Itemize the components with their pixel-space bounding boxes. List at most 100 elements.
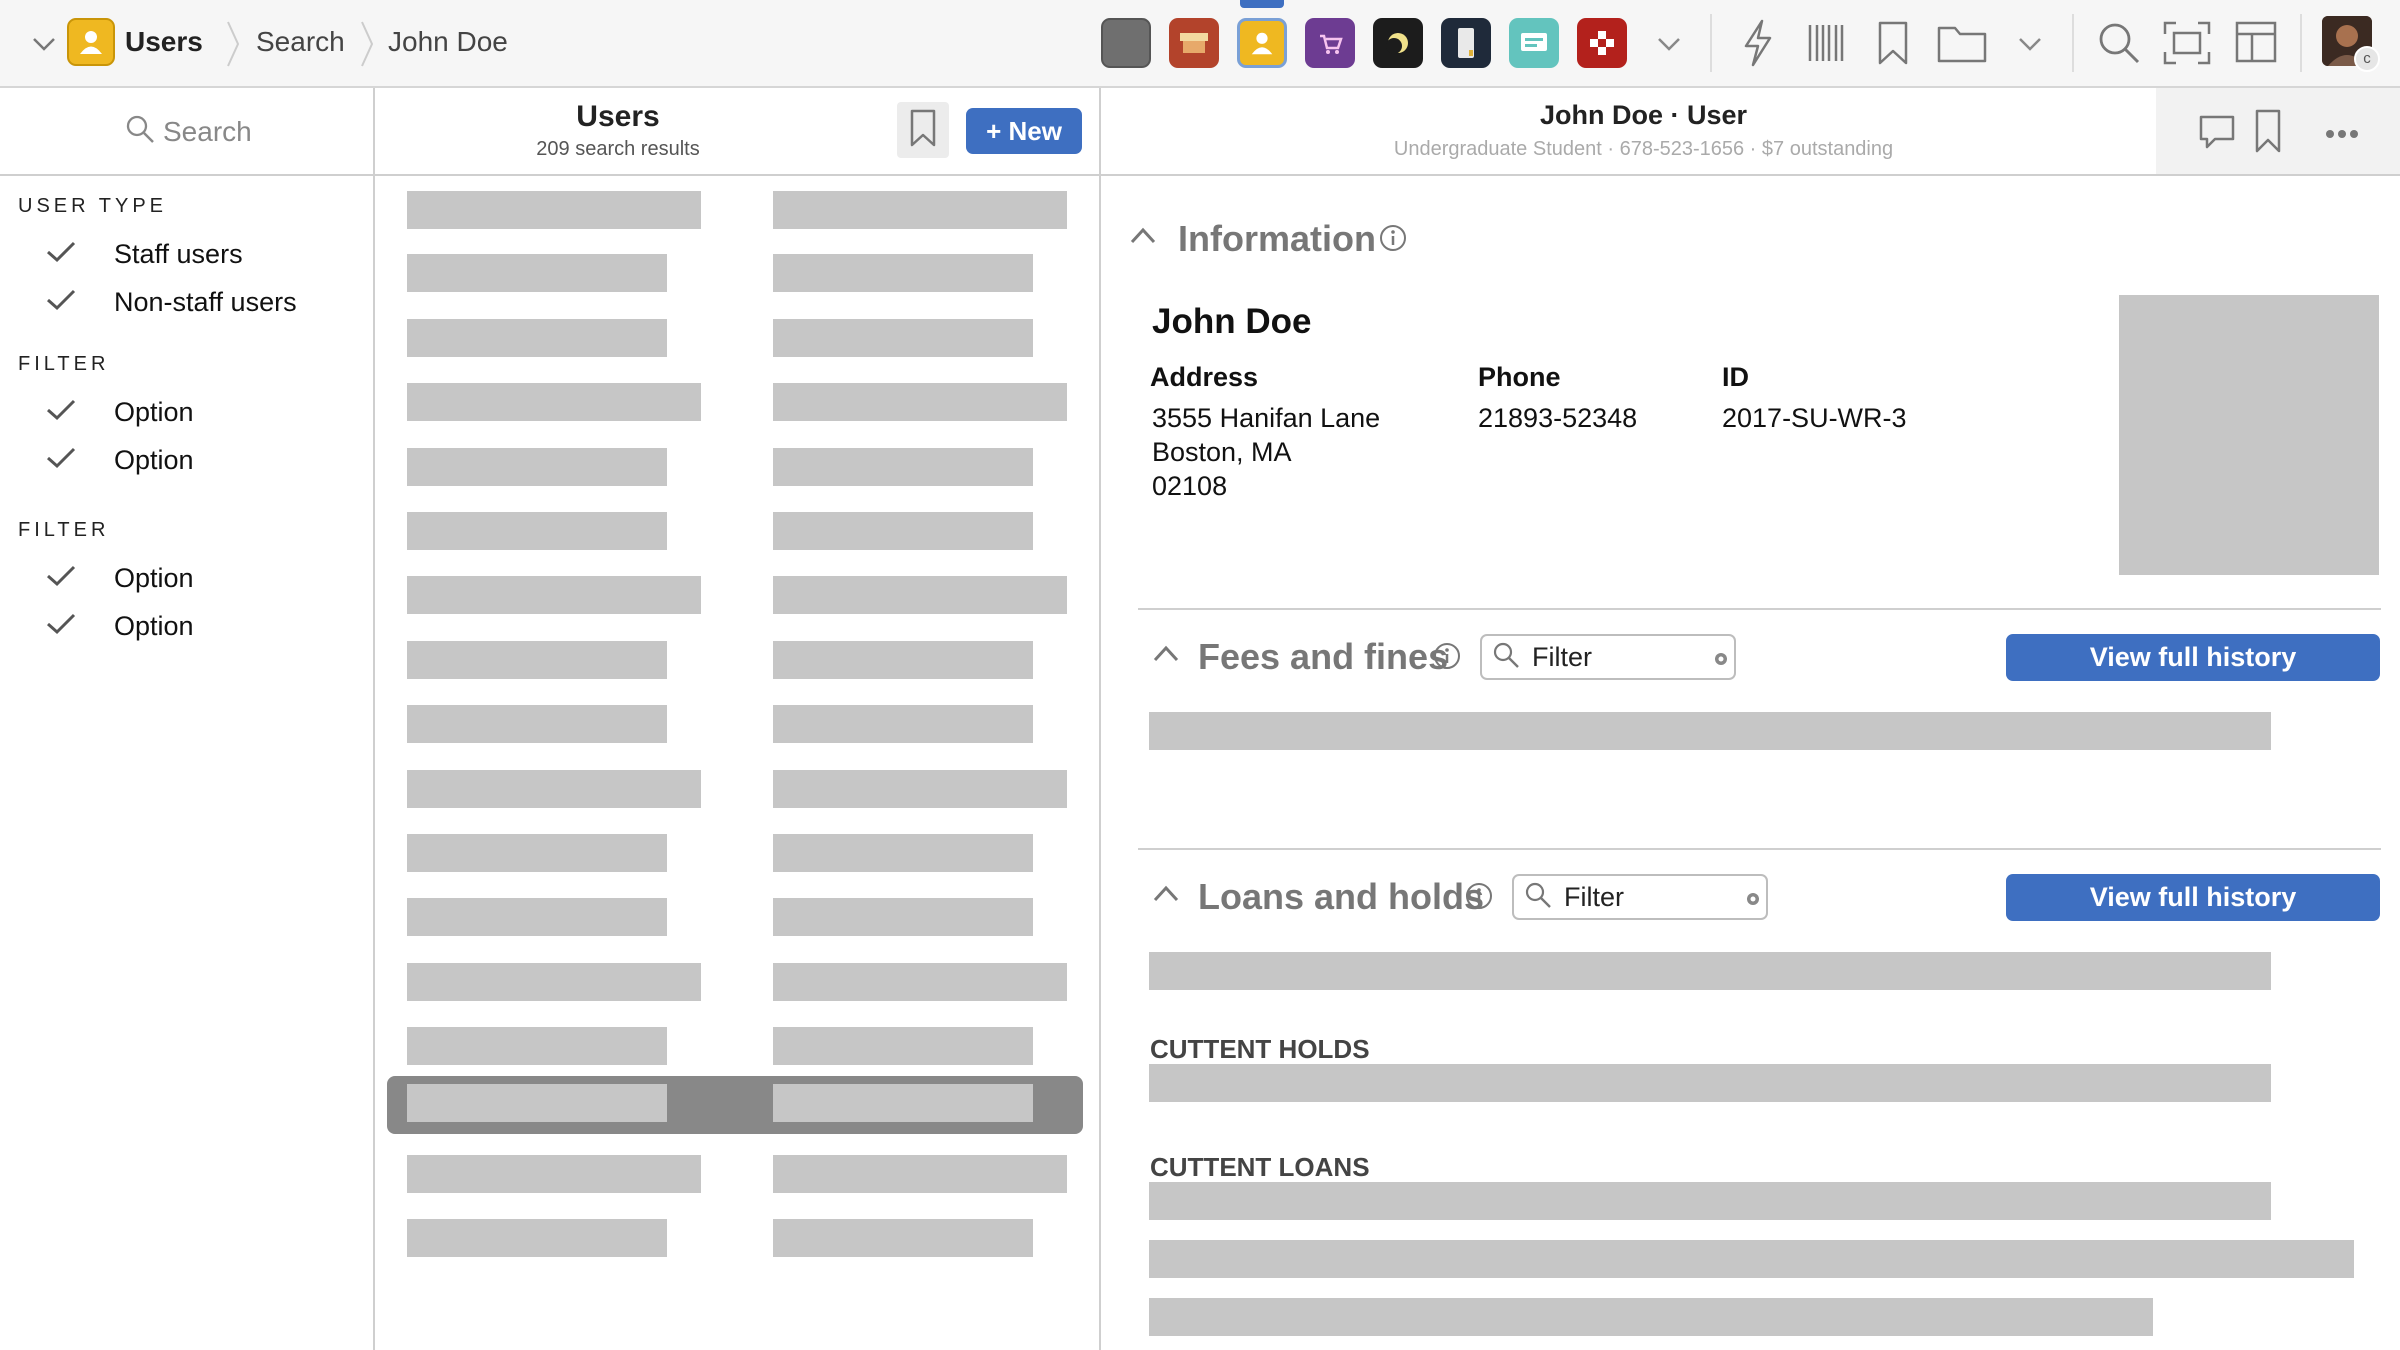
breadcrumb-current[interactable]: John Doe [388, 26, 508, 58]
divider [2300, 14, 2302, 72]
search-icon[interactable] [2096, 20, 2142, 71]
result-cell-placeholder [773, 448, 1033, 486]
filter-placeholder: Filter [1532, 641, 1592, 672]
results-list [375, 176, 1101, 1350]
fees-placeholder-row [1149, 712, 2271, 750]
checkmark-icon [46, 612, 76, 641]
result-cell-placeholder [407, 898, 667, 936]
filter-option[interactable]: Option [46, 560, 194, 596]
layout-icon[interactable] [2234, 20, 2278, 69]
id-value: 2017-SU-WR-3 [1722, 403, 1907, 433]
result-cell-placeholder [773, 191, 1067, 229]
collapse-chevron-icon[interactable] [1129, 224, 1157, 251]
bookmark-icon[interactable] [2253, 108, 2283, 159]
breadcrumb-separator [360, 20, 374, 68]
result-cell-placeholder [407, 512, 667, 550]
filter-option-label: Option [114, 396, 194, 427]
filter-option[interactable]: Option [46, 394, 194, 430]
folder-chevron-icon[interactable] [2016, 30, 2044, 63]
results-count: 209 search results [536, 138, 700, 160]
result-row[interactable] [387, 1141, 1083, 1205]
breadcrumb-search[interactable]: Search [256, 26, 345, 58]
result-row[interactable] [387, 820, 1083, 884]
settings-app-icon[interactable] [1577, 18, 1627, 68]
result-row[interactable] [387, 369, 1083, 433]
more-options-icon[interactable] [2325, 126, 2359, 144]
filter-option[interactable]: Option [46, 442, 194, 478]
detail-subtitle: Undergraduate Student · 678-523-1656 · $… [1393, 138, 1894, 160]
collapse-chevron-icon[interactable] [1152, 882, 1180, 909]
address-label: Address [1150, 362, 1259, 392]
phone-label: Phone [1478, 362, 1561, 392]
result-row[interactable] [387, 177, 1083, 241]
information-heading: Information [1178, 218, 1376, 259]
folder-icon[interactable] [1936, 22, 1988, 69]
address-line-2: Boston, MA [1152, 437, 1292, 467]
dashboard-app-icon[interactable] [1101, 18, 1151, 68]
result-row[interactable] [387, 949, 1083, 1013]
filter-option-staff-users[interactable]: Staff users [46, 236, 243, 272]
clear-icon[interactable] [1746, 892, 1760, 911]
device-app-icon[interactable] [1441, 18, 1491, 68]
info-icon[interactable] [1433, 642, 1461, 675]
search-placeholder: Search [163, 115, 252, 147]
result-row[interactable] [387, 305, 1083, 369]
checkmark-icon [46, 288, 76, 317]
filter-option-label: Option [114, 610, 194, 641]
chevron-down-icon[interactable] [30, 30, 58, 63]
result-row[interactable] [387, 1205, 1083, 1269]
result-row[interactable] [387, 562, 1083, 626]
result-row[interactable] [387, 434, 1083, 498]
filter-option-non-staff-users[interactable]: Non-staff users [46, 284, 297, 320]
result-row-selected[interactable] [387, 1076, 1083, 1134]
results-title: Users [576, 100, 660, 133]
clear-icon[interactable] [1714, 652, 1728, 671]
loans-view-full-history-button[interactable]: View full history [2006, 874, 2380, 921]
fullscreen-icon[interactable] [2162, 20, 2212, 71]
result-row[interactable] [387, 627, 1083, 691]
result-row[interactable] [387, 240, 1083, 304]
divider [1710, 14, 1712, 72]
filter-option-label: Staff users [114, 238, 243, 269]
detail-title: John Doe · User [1539, 100, 1748, 130]
orders-app-icon[interactable] [1305, 18, 1355, 68]
info-icon[interactable] [1465, 882, 1493, 915]
filter-option[interactable]: Option [46, 608, 194, 644]
bookmark-icon[interactable] [1875, 20, 1911, 71]
result-row[interactable] [387, 1013, 1083, 1077]
section-divider [1138, 848, 2381, 850]
result-cell-placeholder [407, 705, 667, 743]
night-app-icon[interactable] [1373, 18, 1423, 68]
id-label: ID [1722, 362, 1749, 392]
fees-view-full-history-button[interactable]: View full history [2006, 634, 2380, 681]
result-cell-placeholder [407, 448, 667, 486]
results-pane: Users 209 search results + New [375, 88, 1101, 1350]
bookmark-icon [908, 108, 938, 153]
address-line-3: 02108 [1152, 471, 1228, 501]
loans-filter-input[interactable]: Filter [1512, 874, 1768, 920]
barcode-icon[interactable] [1806, 22, 1846, 69]
courses-app-icon[interactable] [1509, 18, 1559, 68]
search-field[interactable]: Search [125, 114, 252, 149]
result-cell-placeholder [773, 770, 1067, 808]
inventory-app-icon[interactable] [1169, 18, 1219, 68]
app-name[interactable]: Users [125, 26, 203, 58]
comment-icon[interactable] [2197, 112, 2237, 157]
users-app-icon[interactable] [67, 18, 115, 66]
loan-placeholder-row [1149, 1182, 2271, 1220]
info-icon[interactable] [1379, 224, 1407, 257]
result-row[interactable] [387, 884, 1083, 948]
filter-placeholder: Filter [1564, 881, 1624, 912]
users-app-icon[interactable] [1237, 18, 1287, 68]
result-cell-placeholder [773, 641, 1033, 679]
address-line-1: 3555 Hanifan Lane [1152, 403, 1381, 433]
result-row[interactable] [387, 498, 1083, 562]
result-row[interactable] [387, 691, 1083, 755]
result-row[interactable] [387, 756, 1083, 820]
result-cell-placeholder [773, 898, 1033, 936]
lightning-icon[interactable] [1738, 18, 1778, 73]
holds-placeholder-row [1149, 1064, 2271, 1102]
fees-filter-input[interactable]: Filter [1480, 634, 1736, 680]
collapse-chevron-icon[interactable] [1152, 642, 1180, 669]
more-apps-chevron-icon[interactable] [1655, 30, 1683, 63]
